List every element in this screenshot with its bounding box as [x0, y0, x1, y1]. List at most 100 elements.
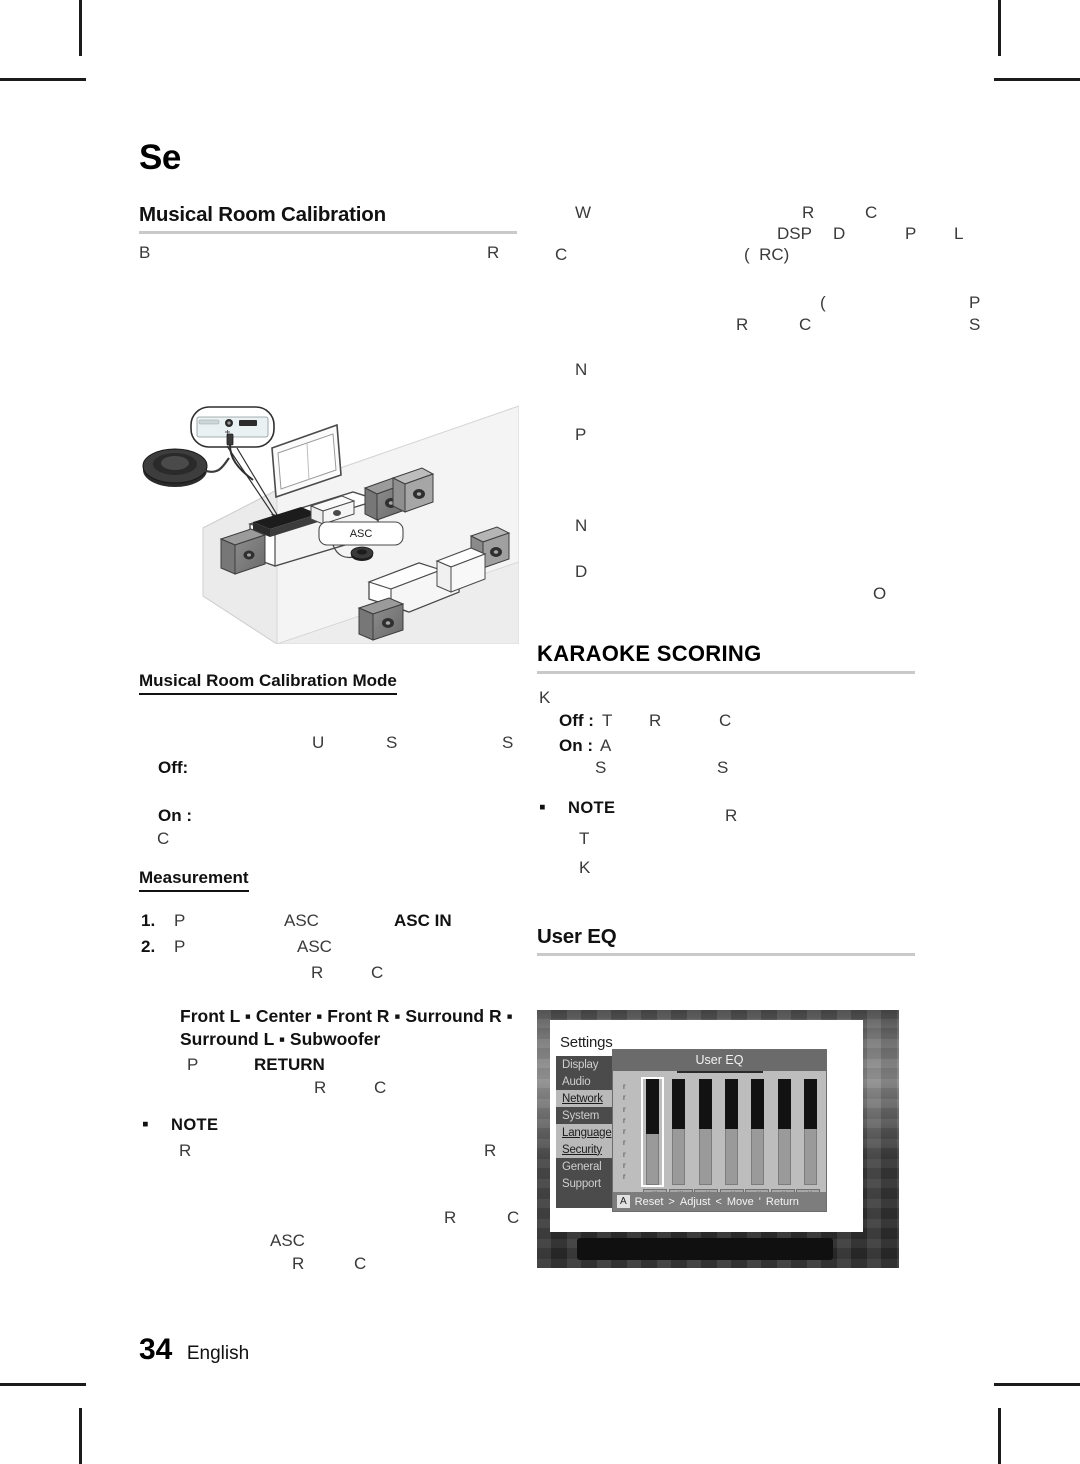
fragment-right-16: N — [575, 516, 588, 535]
eq-band-slider[interactable] — [801, 1079, 820, 1185]
eq-slider-fill — [777, 1079, 791, 1129]
step-1-number: 1. — [141, 911, 156, 930]
eq-tick: r — [623, 1149, 626, 1159]
fragment-right-14: N — [575, 360, 588, 379]
page-footer: 34 English — [139, 1333, 249, 1367]
note-bullet-right: ▪ — [539, 797, 546, 818]
karaoke-fragment-3: S — [595, 758, 607, 777]
page-language: English — [186, 1343, 250, 1364]
footer-key-left-icon: < — [715, 1195, 722, 1208]
eq-tick: r — [623, 1093, 626, 1103]
section-title-musical-room-calibration: Musical Room Calibration — [139, 203, 386, 226]
eq-band-slider[interactable] — [748, 1079, 767, 1185]
fragment-right-7: C — [555, 245, 568, 264]
fragment-right-17: D — [575, 562, 588, 581]
karaoke-option-off-value: T — [602, 711, 613, 730]
crop-mark-bottom-right-h — [994, 1383, 1080, 1386]
subsection-title-mode: Musical Room Calibration Mode — [139, 671, 397, 695]
fragment-right-2: C — [865, 203, 878, 222]
note-right-fragment-1: T — [579, 829, 590, 848]
fragment-right-9: ( — [820, 293, 826, 312]
subsection-title-measurement: Measurement — [139, 868, 249, 892]
footer-action-adjust[interactable]: Adjust — [680, 1196, 711, 1208]
fragment-left-intro-0: B — [139, 243, 151, 262]
note-left-fragment-3: C — [507, 1208, 520, 1227]
musical-room-calibration-diagram: ASC — [141, 396, 520, 645]
step-1-fragment-1: ASC — [284, 911, 319, 930]
room-diagram-svg: ASC — [142, 405, 520, 645]
note-title-left: NOTE — [171, 1116, 219, 1134]
eq-tick: r — [623, 1104, 626, 1114]
mode-option-off: Off: — [158, 758, 189, 777]
eq-slider-group — [641, 1077, 820, 1187]
step-1-fragment-2: ASC IN — [394, 911, 452, 930]
note-right-fragment-0: R — [725, 806, 738, 825]
footer-action-return[interactable]: Return — [766, 1196, 799, 1208]
footer-action-reset[interactable]: Reset — [635, 1196, 664, 1208]
step-2-number: 2. — [141, 937, 156, 956]
eq-slider-fill — [646, 1079, 659, 1135]
step-2-fragment-1: ASC — [297, 937, 332, 956]
footer-action-move[interactable]: Move — [727, 1196, 754, 1208]
eq-band-slider[interactable] — [696, 1079, 715, 1185]
fragment-right-13: S — [969, 315, 981, 334]
note-left-fragment-1: R — [484, 1141, 497, 1160]
fragment-right-3: DSP — [777, 224, 812, 243]
footer-key-a-icon: A — [617, 1195, 630, 1208]
section-rule-1 — [139, 231, 517, 234]
step-1-fragment-0: P — [174, 911, 186, 930]
tv-screen: Settings Display Audio Network System La… — [550, 1020, 863, 1232]
note-title-right: NOTE — [568, 799, 616, 817]
karaoke-fragment-4: S — [717, 758, 729, 777]
note-bullet-left: ▪ — [142, 1114, 149, 1135]
section-title-user-eq: User EQ — [537, 925, 617, 948]
eq-tick: r — [623, 1082, 626, 1091]
karaoke-fragment-0: K — [539, 688, 551, 707]
crop-mark-top-left-h — [0, 78, 86, 81]
eq-tick: r — [623, 1160, 626, 1170]
karaoke-fragment-2: C — [719, 711, 732, 730]
step-trailing-0: R — [311, 963, 324, 982]
return-trailing-1: C — [374, 1078, 387, 1097]
eq-slider-fill — [803, 1079, 817, 1129]
eq-band-slider[interactable] — [641, 1077, 664, 1187]
section-rule-karaoke — [537, 671, 915, 674]
fragment-mode-3: C — [157, 829, 170, 848]
fragment-mode-2: S — [502, 733, 514, 752]
page-number: 34 — [139, 1333, 173, 1366]
eq-band-slider[interactable] — [775, 1079, 794, 1185]
tv-bezel: Settings Display Audio Network System La… — [550, 1020, 863, 1232]
crop-mark-bottom-left-h — [0, 1383, 86, 1386]
fragment-right-8: ( RC) — [744, 245, 790, 264]
fragment-right-11: R — [736, 315, 749, 334]
crop-mark-bottom-right-v — [998, 1408, 1001, 1464]
karaoke-option-on-value: A — [600, 736, 612, 755]
eq-slider-fill — [698, 1079, 712, 1129]
fragment-right-18: O — [873, 584, 887, 603]
user-eq-osd-screenshot: Settings Display Audio Network System La… — [537, 1010, 899, 1268]
manual-page: Se Musical Room Calibration B R ASC Musi… — [0, 0, 1080, 1464]
tv-stand — [577, 1238, 833, 1260]
footer-key-right-icon: > — [668, 1195, 675, 1208]
eq-slider-fill — [672, 1079, 686, 1129]
karaoke-option-on-label: On : — [559, 736, 593, 755]
fragment-right-15: P — [575, 425, 587, 444]
fragment-right-12: C — [799, 315, 812, 334]
note-left-fragment-4: ASC — [270, 1231, 305, 1250]
user-eq-panel-title: User EQ — [613, 1050, 826, 1071]
eq-tick: r — [623, 1127, 626, 1136]
osd-footer-bar: A Reset > Adjust < Move ' Return — [613, 1192, 826, 1211]
eq-tick: r — [623, 1115, 626, 1125]
karaoke-fragment-1: R — [649, 711, 662, 730]
crop-mark-top-left-v — [79, 0, 82, 56]
note-left-fragment-0: R — [179, 1141, 192, 1160]
eq-tick: r — [623, 1138, 626, 1148]
eq-band-slider[interactable] — [669, 1079, 688, 1185]
eq-band-slider[interactable] — [722, 1079, 741, 1185]
fragment-right-10: P — [969, 293, 981, 312]
fragment-mode-1: S — [386, 733, 398, 752]
crop-mark-bottom-left-v — [79, 1408, 82, 1464]
karaoke-option-off-label: Off : — [559, 711, 594, 730]
step-2-fragment-0: P — [174, 937, 186, 956]
osd-menu-title: Settings — [560, 1034, 613, 1051]
